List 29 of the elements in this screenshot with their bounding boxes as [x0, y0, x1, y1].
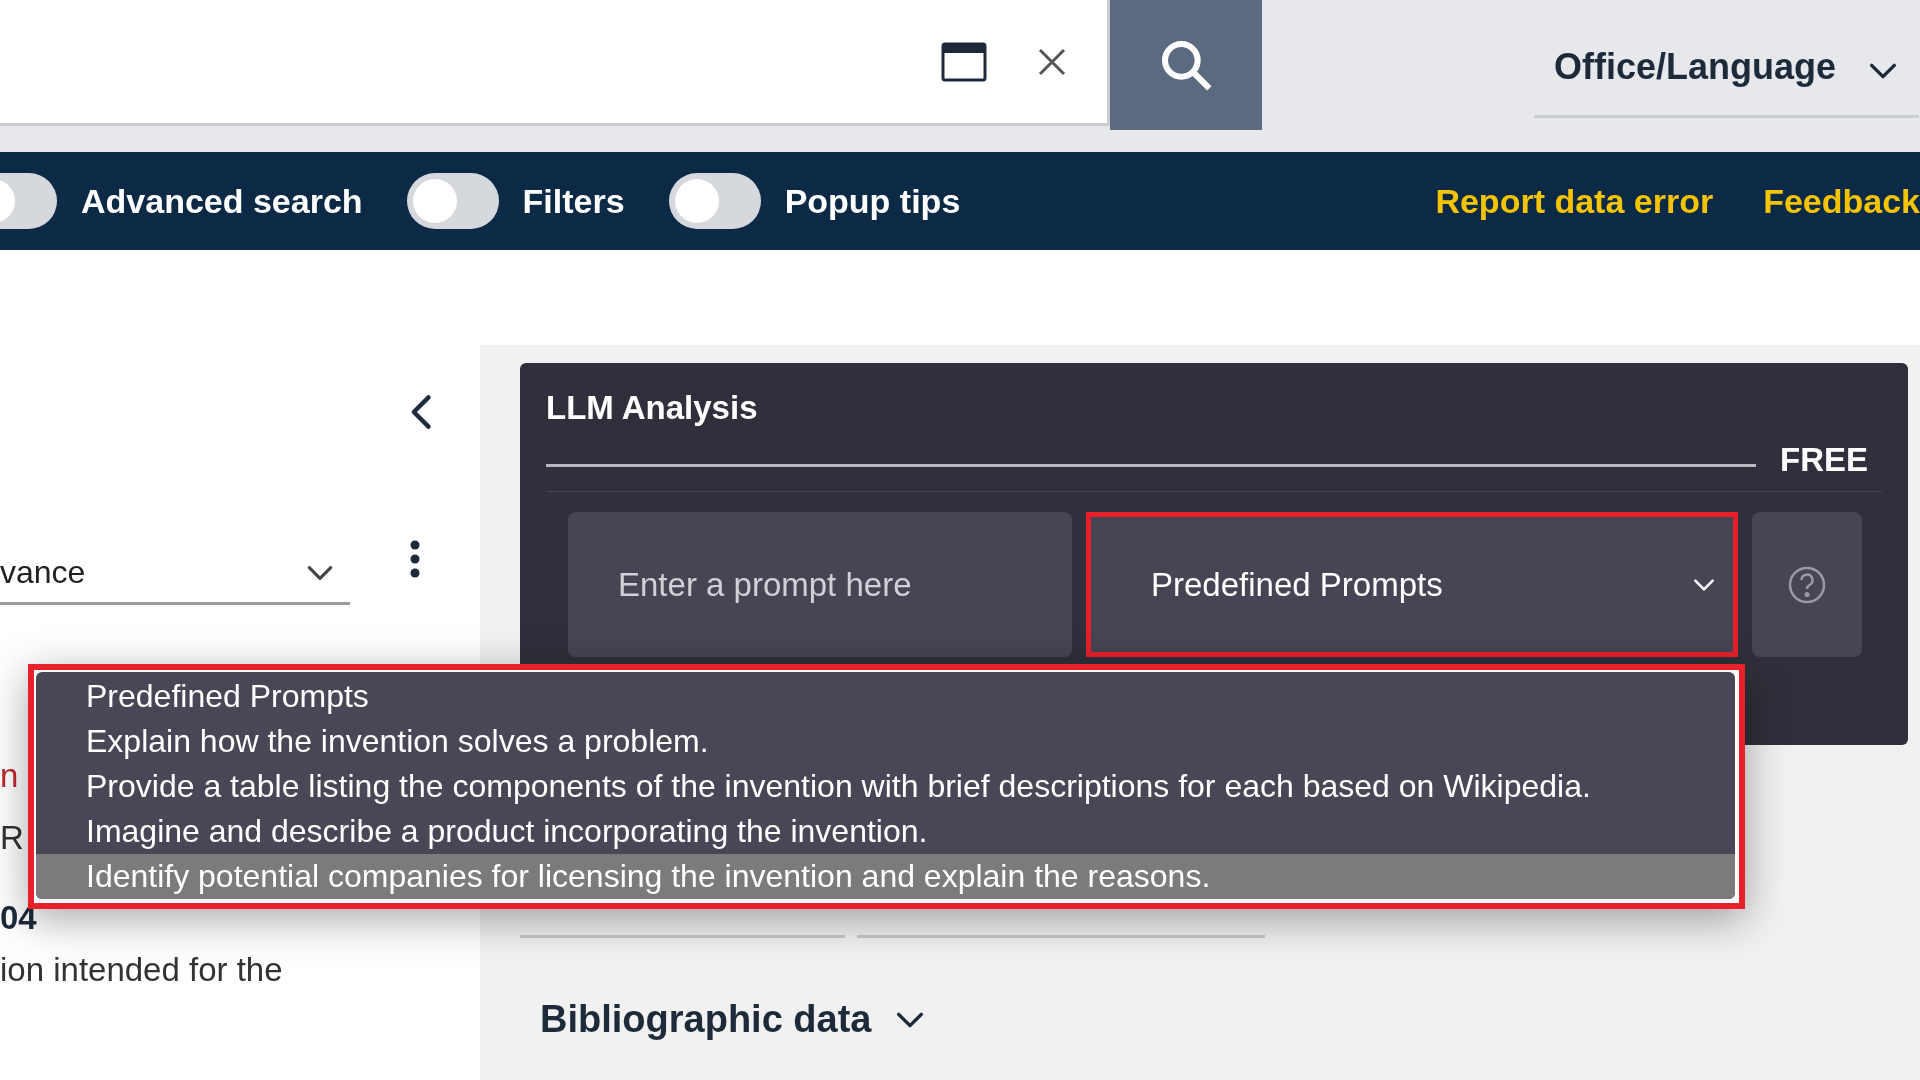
- prompt-select[interactable]: Predefined Prompts: [1086, 512, 1738, 657]
- toggle-label: Popup tips: [784, 181, 961, 221]
- toggle-switch[interactable]: [668, 173, 761, 229]
- help-icon: [1787, 564, 1827, 605]
- result-text: R: [0, 818, 24, 858]
- search-button[interactable]: [1110, 0, 1262, 130]
- plan-label: FREE: [1780, 441, 1868, 479]
- panel-title: LLM Analysis: [546, 389, 758, 427]
- dropdown-option[interactable]: Predefined Prompts: [36, 674, 1735, 719]
- dropdown-option[interactable]: Imagine and describe a product incorporating the invention.: [36, 809, 1735, 854]
- toolbar-link[interactable]: Feedback: [1763, 181, 1920, 221]
- toggle-switch[interactable]: [406, 173, 499, 229]
- result-text: n: [0, 756, 19, 796]
- prompt-field[interactable]: Enter a prompt here: [568, 512, 1072, 657]
- result-text: 04: [0, 898, 37, 938]
- search-field[interactable]: [0, 0, 1110, 126]
- dropdown-option[interactable]: Provide a table listing the components of the invention with brief descriptions for each based on Wikipedia.: [36, 764, 1735, 809]
- sort-select[interactable]: vance: [0, 543, 350, 605]
- result-text: ion intended for the: [0, 950, 283, 990]
- dropdown-option[interactable]: Identify potential companies for licensing the invention and explain the reasons.: [36, 854, 1735, 899]
- close-icon[interactable]: [1037, 46, 1067, 77]
- section-toggle[interactable]: Bibliographic data: [520, 998, 928, 1041]
- toolbar-link[interactable]: Report data error: [1435, 181, 1714, 221]
- window-icon[interactable]: [941, 41, 987, 82]
- toggle-label: Advanced search: [81, 181, 363, 221]
- more-icon[interactable]: [410, 540, 420, 578]
- toggle-label: Filters: [522, 181, 625, 221]
- dropdown-option[interactable]: Explain how the invention solves a problem.: [36, 719, 1735, 764]
- office-language-select[interactable]: Office/Language: [1534, 40, 1919, 118]
